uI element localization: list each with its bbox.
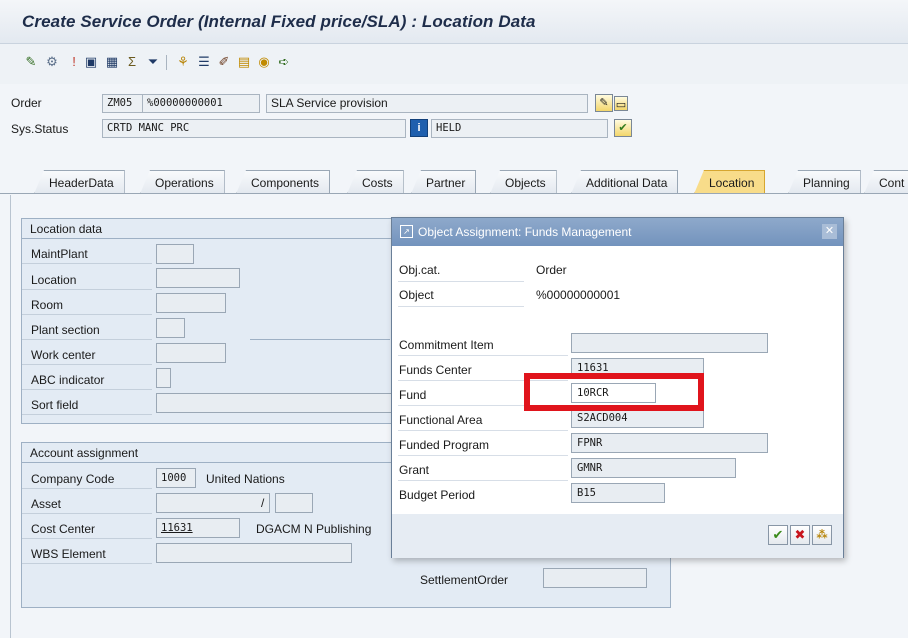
- cost-center-label: Cost Center: [31, 522, 96, 536]
- budget-period-field[interactable]: B15: [571, 483, 665, 503]
- info-icon[interactable]: ǃ: [66, 54, 82, 70]
- plant-section-label: Plant section: [31, 323, 100, 337]
- wbs-element-field[interactable]: [156, 543, 352, 563]
- fund-label: Fund: [399, 388, 427, 402]
- grant-label: Grant: [399, 463, 430, 477]
- asset-main-field[interactable]: [156, 493, 270, 513]
- grant-field[interactable]: GMNR: [571, 458, 736, 478]
- sort-field-label: Sort field: [31, 398, 79, 412]
- sort-field-input[interactable]: [156, 393, 396, 413]
- tab-planning[interactable]: Planning: [788, 170, 861, 194]
- dialog-footer: ✔ ✖ ⁂: [392, 514, 843, 558]
- filter-icon[interactable]: ⏷: [145, 54, 161, 70]
- order-number-field[interactable]: %00000000001: [142, 94, 260, 113]
- status-label: Sys.Status: [11, 122, 69, 136]
- abc-indicator-field[interactable]: [156, 368, 171, 388]
- location-label: Location: [31, 273, 77, 287]
- commitment-item-label: Commitment Item: [399, 338, 494, 352]
- dialog-title: Object Assignment: Funds Management: [418, 225, 632, 239]
- abc-indicator-label: ABC indicator: [31, 373, 105, 387]
- work-center-label: Work center: [31, 348, 96, 362]
- long-text-icon[interactable]: ✎: [595, 94, 613, 112]
- application-toolbar: ✎ ⚙ ǃ ▣ ▦ Σ ⏷ ⚘ ☰ ✐ ▤ ◉ ➪: [0, 44, 908, 84]
- funded-program-field[interactable]: FPNR: [571, 433, 768, 453]
- tab-location[interactable]: Location: [694, 170, 766, 194]
- settlement-order-field[interactable]: [543, 568, 647, 588]
- funds-center-label: Funds Center: [399, 363, 472, 377]
- location-field[interactable]: [156, 268, 240, 288]
- maintplant-field[interactable]: [156, 244, 194, 264]
- tab-strip: HeaderData Operations Components Costs P…: [0, 170, 908, 194]
- plant-section-field[interactable]: [156, 318, 185, 338]
- work-center-field[interactable]: [156, 343, 226, 363]
- order-type-field[interactable]: ZM05: [102, 94, 143, 113]
- funded-program-label: Funded Program: [399, 438, 490, 452]
- status-info-icon[interactable]: i: [410, 119, 428, 137]
- asset-sub-field[interactable]: [275, 493, 313, 513]
- cost-center-name-text: DGACM N Publishing: [256, 522, 372, 536]
- copy-icon[interactable]: ▭: [614, 96, 628, 111]
- cost-center-field[interactable]: 11631: [156, 518, 240, 538]
- close-icon[interactable]: ✕: [822, 224, 837, 239]
- maintplant-label: MaintPlant: [31, 247, 88, 261]
- object-value: %00000000001: [536, 288, 621, 302]
- room-label: Room: [31, 298, 64, 312]
- commitment-item-field[interactable]: [571, 333, 768, 353]
- dialog-title-bar: ↗ Object Assignment: Funds Management ✕: [392, 218, 843, 246]
- alert-icon[interactable]: ◉: [256, 54, 272, 70]
- window-title: Create Service Order (Internal Fixed pri…: [22, 12, 536, 31]
- tab-operations[interactable]: Operations: [140, 170, 225, 194]
- wbs-element-label: WBS Element: [31, 547, 106, 561]
- company-name-text: United Nations: [206, 472, 285, 486]
- status-check-icon[interactable]: ✔: [614, 119, 632, 137]
- derive-icon[interactable]: ⁂: [812, 525, 832, 545]
- objcat-value: Order: [536, 263, 567, 277]
- save-icon[interactable]: ▣: [83, 54, 99, 70]
- calculator-icon[interactable]: ▦: [104, 54, 120, 70]
- user-status-field: HELD: [431, 119, 608, 138]
- budget-period-label: Budget Period: [399, 488, 476, 502]
- pencil-check-icon[interactable]: ✎: [23, 54, 39, 70]
- sum-icon[interactable]: Σ: [124, 54, 140, 70]
- asset-label: Asset: [31, 497, 62, 511]
- room-field[interactable]: [156, 293, 226, 313]
- tab-components[interactable]: Components: [236, 170, 331, 194]
- tab-partner[interactable]: Partner: [411, 170, 477, 194]
- gears-icon[interactable]: ⚙: [44, 54, 60, 70]
- fund-highlight-box: [524, 373, 704, 411]
- edit-icon[interactable]: ✐: [216, 54, 232, 70]
- title-bar: Create Service Order (Internal Fixed pri…: [0, 0, 908, 44]
- tab-cont[interactable]: Cont: [864, 170, 908, 194]
- forward-icon[interactable]: ➪: [276, 54, 292, 70]
- system-status-field: CRTD MANC PRC: [102, 119, 406, 138]
- asset-separator: /: [261, 496, 265, 510]
- company-code-field[interactable]: 1000: [156, 468, 196, 488]
- object-label: Object: [399, 288, 434, 302]
- objcat-label: Obj.cat.: [399, 263, 441, 277]
- confirm-check-icon[interactable]: ✔: [768, 525, 788, 545]
- dialog-window-icon: ↗: [400, 225, 413, 238]
- clipboard-icon[interactable]: ▤: [236, 54, 252, 70]
- tab-costs[interactable]: Costs: [347, 170, 404, 194]
- settlement-order-label: SettlementOrder: [420, 573, 509, 587]
- functional-area-label: Functional Area: [399, 413, 483, 427]
- tab-additional-data[interactable]: Additional Data: [571, 170, 679, 194]
- company-code-label: Company Code: [31, 472, 115, 486]
- order-description-field[interactable]: SLA Service provision: [266, 94, 588, 113]
- structure-icon[interactable]: ⚘: [175, 54, 191, 70]
- functional-area-field[interactable]: S2ACD004: [571, 408, 704, 428]
- tab-objects[interactable]: Objects: [490, 170, 557, 194]
- order-label: Order: [11, 96, 42, 110]
- cancel-x-icon[interactable]: ✖: [790, 525, 810, 545]
- list-icon[interactable]: ☰: [196, 54, 212, 70]
- tab-headerdata[interactable]: HeaderData: [34, 170, 125, 194]
